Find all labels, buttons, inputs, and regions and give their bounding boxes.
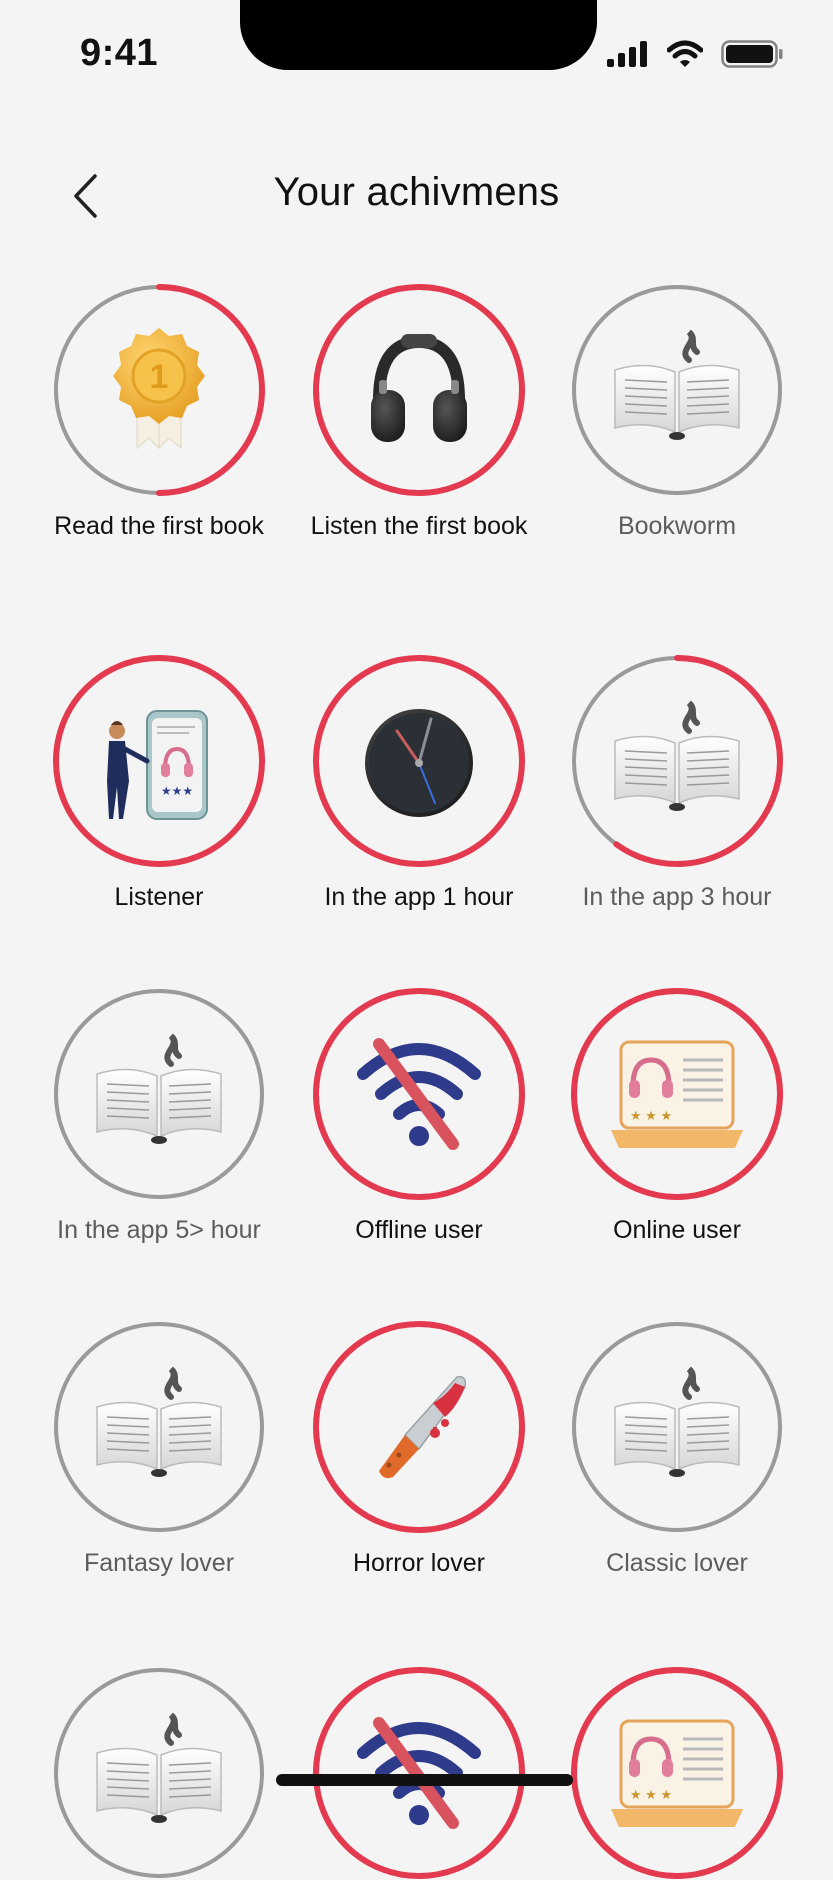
- achievement-ring: [52, 1666, 266, 1880]
- achievement-ring: 1: [52, 283, 266, 497]
- achievement-ring: [570, 1320, 784, 1534]
- open-book-icon: [607, 691, 747, 831]
- achievement-label: Listener: [114, 883, 204, 911]
- achievement-label: Classic lover: [606, 1549, 748, 1577]
- achievement-ring: ★ ★ ★: [570, 987, 784, 1201]
- achievement-ring: [312, 283, 526, 497]
- clock-icon: [349, 691, 489, 831]
- no-wifi-icon: [349, 1024, 489, 1164]
- phone-listener-icon: ★★★: [89, 691, 229, 831]
- open-book-icon: [607, 1357, 747, 1497]
- svg-text:★★★: ★★★: [161, 784, 193, 798]
- achievement-label: Horror lover: [353, 1549, 485, 1577]
- open-book-icon: [607, 320, 747, 460]
- achievement-ring: [312, 1666, 526, 1880]
- open-book-icon: [89, 1357, 229, 1497]
- achievement-ring: [52, 987, 266, 1201]
- achievement-ring: ★ ★ ★: [570, 1666, 784, 1880]
- achievement-ring: ★★★: [52, 654, 266, 868]
- svg-text:1: 1: [150, 358, 169, 396]
- achievement-label: In the app 5> hour: [57, 1216, 261, 1244]
- achievement-label: In the app 3 hour: [582, 883, 772, 911]
- headphones-icon: [349, 320, 489, 460]
- open-book-icon: [89, 1024, 229, 1164]
- achievements-grid: 1 Read the first book Listen the first b…: [0, 0, 833, 1879]
- achievement-ring: [312, 987, 526, 1201]
- knife-icon: [349, 1357, 489, 1497]
- achievement-label: Listen the first book: [310, 512, 528, 540]
- achievement-ring: [570, 654, 784, 868]
- achievement-label: Online user: [613, 1216, 741, 1244]
- achievement-label: Fantasy lover: [83, 1549, 235, 1577]
- achievement-ring: [312, 654, 526, 868]
- open-book-icon: [89, 1703, 229, 1843]
- achievement-label: Offline user: [355, 1216, 483, 1244]
- laptop-headphones-icon: ★ ★ ★: [607, 1703, 747, 1843]
- achievement-label: Bookworm: [617, 512, 737, 540]
- achievement-ring: [312, 1320, 526, 1534]
- home-indicator: [276, 1774, 573, 1786]
- achievement-label: In the app 1 hour: [324, 883, 514, 911]
- achievement-ring: [52, 1320, 266, 1534]
- svg-text:★ ★ ★: ★ ★ ★: [630, 1108, 672, 1123]
- achievement-label: Read the first book: [54, 512, 264, 540]
- no-wifi-icon: [349, 1703, 489, 1843]
- achievement-ring: [570, 283, 784, 497]
- medal-icon: 1: [89, 320, 229, 460]
- laptop-headphones-icon: ★ ★ ★: [607, 1024, 747, 1164]
